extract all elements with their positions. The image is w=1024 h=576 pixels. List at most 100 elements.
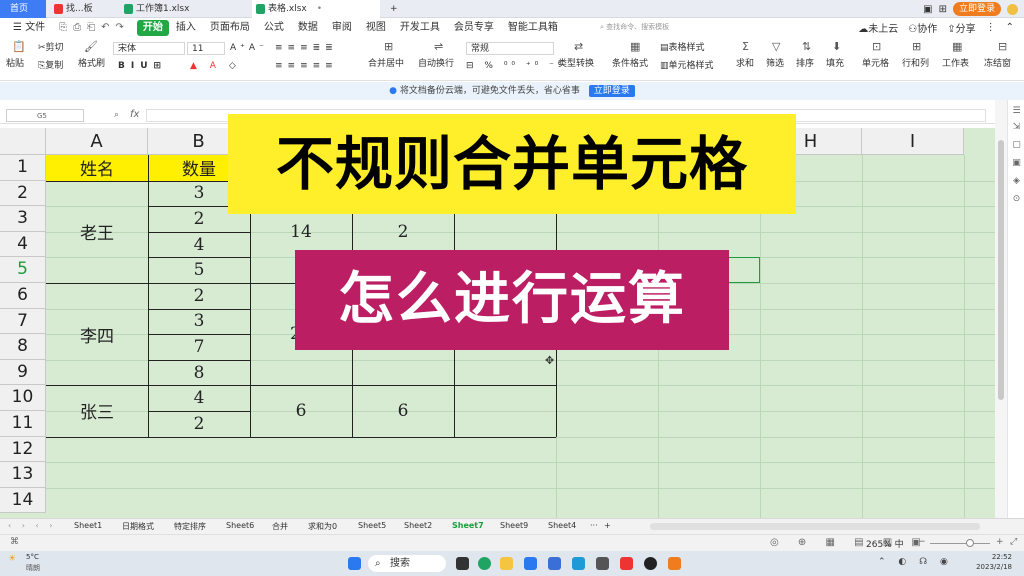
zoom-slider[interactable]: [930, 543, 990, 544]
row-header[interactable]: 13: [0, 462, 46, 488]
menu-review[interactable]: 审阅: [325, 20, 359, 36]
cell-b[interactable]: 2: [148, 283, 250, 309]
fx-button[interactable]: fx: [130, 109, 139, 120]
window-icon[interactable]: ▣: [923, 4, 932, 15]
merge-button[interactable]: 合并居中: [368, 58, 404, 70]
cell-button[interactable]: 单元格: [862, 58, 889, 70]
sheet-tab-active[interactable]: Sheet7: [452, 521, 484, 530]
windows-start-icon[interactable]: [348, 557, 361, 570]
cell-d-zhang[interactable]: 6: [352, 385, 454, 436]
weather-desc[interactable]: 晴朗: [26, 563, 40, 573]
sheet-tab[interactable]: Sheet1: [74, 521, 102, 530]
zoom-search-icon[interactable]: ⌕: [114, 110, 119, 120]
menu-file[interactable]: ☰ 文件: [6, 20, 52, 36]
name-box[interactable]: G5: [6, 109, 84, 122]
panel-icon[interactable]: ☰: [1011, 106, 1022, 117]
row-header[interactable]: 3: [0, 206, 46, 232]
sheet-tab[interactable]: 日期格式: [122, 521, 154, 532]
tab-workbook1[interactable]: 工作簿1.xlsx: [120, 0, 250, 18]
command-search-input[interactable]: ⌕ 查找命令、搜索模板: [600, 21, 710, 34]
col-header-i[interactable]: I: [862, 128, 964, 155]
taskbar-search[interactable]: ⌕ 搜索: [368, 555, 446, 572]
panel-icon[interactable]: ⊙: [1011, 194, 1022, 205]
wrap-button[interactable]: 自动换行: [418, 58, 454, 70]
cell-a-li[interactable]: 李四: [46, 283, 148, 385]
sort-button[interactable]: 排序: [796, 58, 814, 70]
weather-temp[interactable]: 5°C: [26, 553, 39, 561]
row-header[interactable]: 1: [0, 155, 46, 181]
clock-date[interactable]: 2023/2/18: [962, 563, 1012, 571]
row-header[interactable]: 5: [0, 257, 46, 283]
row-header[interactable]: 6: [0, 283, 46, 309]
cell-a-wang[interactable]: 老王: [46, 181, 148, 283]
cell-a-zhang[interactable]: 张三: [46, 385, 148, 436]
horizontal-scrollbar[interactable]: [650, 523, 980, 530]
view-mode-icons[interactable]: ◎ ⊕ ▦ ▤ ▥ ▣: [770, 537, 929, 548]
format-painter-button[interactable]: 格式刷: [78, 58, 105, 70]
number-buttons[interactable]: ⊟ % ⁰⁰ ⁺⁰ ⁻⁰: [466, 60, 565, 72]
browser-icon[interactable]: [478, 557, 491, 570]
panel-icon[interactable]: ⇲: [1011, 122, 1022, 133]
sheet-tab[interactable]: Sheet9: [500, 521, 528, 530]
sheet-tab[interactable]: Sheet4: [548, 521, 576, 530]
panel-icon[interactable]: ▢: [1011, 140, 1022, 151]
share-button[interactable]: ⇪分享: [947, 20, 975, 35]
cloud-status[interactable]: ☁未上云: [858, 20, 898, 35]
row-header[interactable]: 9: [0, 359, 46, 386]
table-style-button[interactable]: ▤表格样式: [660, 42, 705, 54]
number-format-select[interactable]: 常规: [466, 42, 554, 55]
sheet-tab[interactable]: Sheet5: [358, 521, 386, 530]
cell-b[interactable]: 4: [148, 385, 250, 411]
scroll-thumb[interactable]: [998, 140, 1004, 400]
zoom-out-icon[interactable]: −: [918, 537, 926, 547]
font-select[interactable]: 宋体: [113, 42, 185, 55]
collab-button[interactable]: ⚇协作: [908, 20, 937, 35]
text-style-buttons[interactable]: BIU⊞: [118, 60, 167, 72]
menu-data[interactable]: 数据: [291, 20, 325, 36]
row-header[interactable]: 11: [0, 411, 46, 437]
cell-b[interactable]: 8: [148, 360, 250, 386]
notify-login-button[interactable]: 立即登录: [588, 84, 635, 97]
col-header-a[interactable]: A: [46, 128, 148, 155]
panel-icon[interactable]: ◈: [1011, 176, 1022, 187]
panel-icon[interactable]: ▣: [1011, 158, 1022, 169]
worksheet-button[interactable]: 工作表: [942, 58, 969, 70]
more-icon[interactable]: ⋮: [986, 22, 996, 33]
folder-icon[interactable]: [500, 557, 513, 570]
cell-b[interactable]: 4: [148, 232, 250, 258]
task-view-icon[interactable]: [456, 557, 469, 570]
color-buttons[interactable]: ▲ A ◇: [190, 60, 241, 72]
menu-member[interactable]: 会员专享: [447, 20, 501, 36]
cut-button[interactable]: ✂剪切: [38, 42, 64, 54]
cell-a1[interactable]: 姓名: [46, 155, 148, 181]
cell-b[interactable]: 3: [148, 309, 250, 335]
paste-button[interactable]: 粘贴: [6, 58, 24, 70]
row-header[interactable]: 12: [0, 436, 46, 463]
vertical-scrollbar[interactable]: [995, 100, 1007, 518]
sheet-tab[interactable]: Sheet6: [226, 521, 254, 530]
tab-table-xlsx[interactable]: 表格.xlsx •: [252, 0, 380, 18]
align-buttons[interactable]: ≡≡≡≣≣: [275, 42, 338, 54]
sheet-nav-arrows[interactable]: ‹ › ‹ ›: [8, 521, 56, 530]
align-buttons-2[interactable]: ≡≡≡≡≡: [275, 60, 338, 72]
wps-icon[interactable]: [620, 557, 633, 570]
sheet-tab[interactable]: Sheet2: [404, 521, 432, 530]
close-icon[interactable]: •: [317, 4, 322, 14]
font-grow-icons[interactable]: A⁺A⁻: [230, 42, 268, 54]
row-header[interactable]: 8: [0, 334, 46, 360]
zoom-level[interactable]: 265% 中: [866, 537, 904, 550]
menu-page-layout[interactable]: 页面布局: [203, 20, 257, 36]
fill-button[interactable]: 填充: [826, 58, 844, 70]
copy-button[interactable]: ⎘复制: [38, 60, 63, 72]
edge-icon[interactable]: [524, 557, 537, 570]
menu-home[interactable]: 开始: [136, 19, 169, 36]
row-header[interactable]: 10: [0, 385, 46, 411]
row-header[interactable]: 7: [0, 308, 46, 335]
store-icon[interactable]: [548, 557, 561, 570]
row-header[interactable]: 14: [0, 487, 46, 514]
login-button[interactable]: 立即登录: [952, 2, 1001, 16]
rowcol-button[interactable]: 行和列: [902, 58, 929, 70]
menu-view[interactable]: 视图: [359, 20, 393, 36]
menu-insert[interactable]: 插入: [169, 20, 203, 36]
app-icon[interactable]: [668, 557, 681, 570]
